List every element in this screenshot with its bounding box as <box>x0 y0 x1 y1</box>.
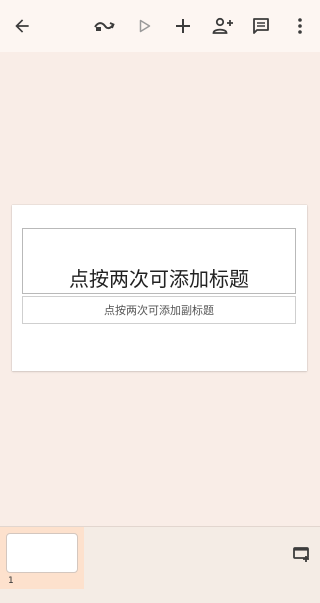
subtitle-placeholder-box[interactable]: 点按两次可添加副标题 <box>22 296 296 324</box>
comment-icon <box>252 17 270 35</box>
subtitle-placeholder-text: 点按两次可添加副标题 <box>104 304 214 317</box>
share-button[interactable] <box>205 8 241 44</box>
bottom-bar <box>0 589 320 603</box>
play-slideshow-button[interactable] <box>127 8 163 44</box>
back-button[interactable] <box>4 8 40 44</box>
comments-button[interactable] <box>243 8 279 44</box>
insert-button[interactable] <box>165 8 201 44</box>
slides-editor: 点按两次可添加标题 点按两次可添加副标题 1 <box>0 0 320 603</box>
top-toolbar <box>0 0 320 52</box>
slide-thumbnail-1[interactable]: 1 <box>0 527 84 589</box>
slide-number: 1 <box>8 576 14 586</box>
slide-canvas[interactable]: 点按两次可添加标题 点按两次可添加副标题 <box>0 52 320 526</box>
present-with-meet-button[interactable] <box>86 8 122 44</box>
more-vert-icon <box>297 17 303 35</box>
more-options-button[interactable] <box>282 8 318 44</box>
slide-filmstrip: 1 <box>0 526 320 589</box>
slide-thumbnail-image <box>6 533 78 573</box>
plus-icon <box>174 17 192 35</box>
arrow-back-icon <box>12 16 32 36</box>
new-slide-button[interactable] <box>286 541 318 573</box>
title-placeholder-box[interactable]: 点按两次可添加标题 <box>22 228 296 294</box>
presenter-icon <box>93 18 115 34</box>
add-slide-icon <box>293 547 311 567</box>
slide[interactable]: 点按两次可添加标题 点按两次可添加副标题 <box>12 205 307 371</box>
play-icon <box>139 19 151 33</box>
title-placeholder-text: 点按两次可添加标题 <box>69 267 249 291</box>
person-add-icon <box>212 17 234 35</box>
